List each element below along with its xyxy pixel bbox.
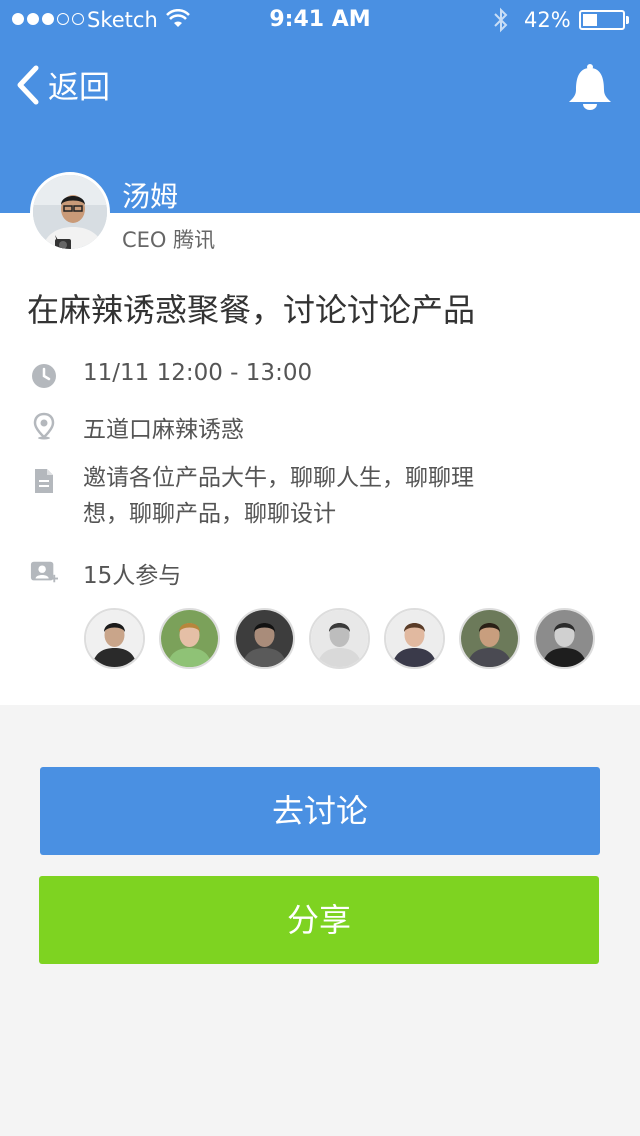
discuss-button[interactable]: 去讨论	[40, 767, 600, 855]
participant-avatar[interactable]	[459, 608, 520, 669]
event-title: 在麻辣诱惑聚餐，讨论讨论产品	[27, 291, 476, 329]
add-participant-icon	[30, 561, 58, 583]
clock-icon	[32, 364, 56, 388]
chevron-left-icon	[17, 65, 39, 104]
participant-avatars	[84, 608, 595, 669]
event-time: 11/11 12:00 - 13:00	[83, 360, 313, 386]
location-pin-icon	[33, 412, 55, 440]
participant-avatar[interactable]	[384, 608, 445, 669]
participant-avatar[interactable]	[234, 608, 295, 669]
battery-percent: 42%	[524, 8, 571, 32]
event-location-row[interactable]: 五道口麻辣诱惑	[30, 410, 244, 443]
participant-avatar[interactable]	[309, 608, 370, 669]
battery-icon	[579, 10, 625, 30]
event-description-row: 邀请各位产品大牛，聊聊人生，聊聊理想，聊聊产品，聊聊设计	[30, 465, 474, 527]
share-button[interactable]: 分享	[39, 876, 599, 964]
host-name[interactable]: 汤姆	[122, 175, 178, 215]
back-button[interactable]: 返回	[14, 62, 110, 107]
host-title: CEO 腾讯	[122, 228, 216, 252]
event-location: 五道口麻辣诱惑	[83, 417, 244, 443]
event-description: 邀请各位产品大牛，聊聊人生，聊聊理想，聊聊产品，聊聊设计	[83, 465, 474, 527]
participant-avatar[interactable]	[84, 608, 145, 669]
participants-count: 15人参与	[83, 563, 182, 589]
participant-avatar[interactable]	[534, 608, 595, 669]
back-label: 返回	[48, 70, 110, 106]
battery-tip	[626, 16, 629, 24]
bluetooth-icon	[494, 7, 508, 33]
document-icon	[35, 469, 53, 493]
event-time-row: 11/11 12:00 - 13:00	[30, 360, 312, 390]
participants-row[interactable]: 15人参与	[30, 556, 181, 589]
bell-icon[interactable]	[566, 62, 614, 112]
status-bar: Sketch 9:41 AM 42%	[0, 0, 640, 40]
host-avatar[interactable]	[30, 172, 110, 252]
participant-avatar[interactable]	[159, 608, 220, 669]
